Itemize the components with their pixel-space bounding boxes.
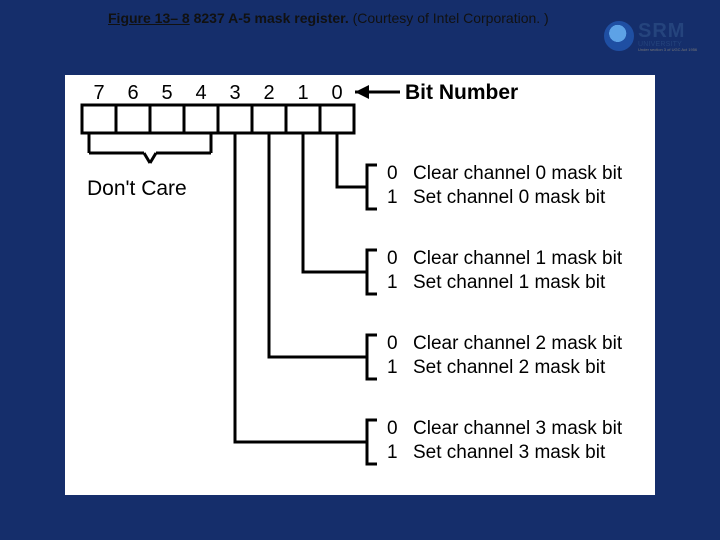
- bit-number-6: 6: [127, 82, 138, 104]
- group-1-row-1-val: 1: [387, 272, 398, 293]
- group-2-row-0-val: 0: [387, 333, 398, 354]
- bit-number-5: 5: [161, 82, 172, 104]
- logo-micro-text: Under section 3 of UGC Act 1956: [638, 48, 697, 52]
- bit-number-7: 7: [93, 82, 104, 104]
- bit-numbers-row: 7 6 5 4 3 2 1 0: [93, 82, 342, 104]
- group-2-row-1-val: 1: [387, 357, 398, 378]
- university-logo: SRM UNIVERSITY Under section 3 of UGC Ac…: [604, 14, 712, 58]
- dont-care-brace: [89, 133, 211, 163]
- group-1-row-1-text: Set channel 1 mask bit: [413, 272, 606, 293]
- dont-care-label: Don't Care: [87, 177, 187, 200]
- group-2: 0 Clear channel 2 mask bit 1 Set channel…: [387, 333, 623, 378]
- group-0-row-1-text: Set channel 0 mask bit: [413, 187, 606, 208]
- bit-number-label: Bit Number: [405, 81, 518, 104]
- figure-attribution: (Courtesy of Intel Corporation. ): [349, 10, 549, 26]
- group-0-row-0-val: 0: [387, 163, 398, 184]
- group-1-row-0-val: 0: [387, 248, 398, 269]
- logo-main-text: SRM: [638, 21, 697, 41]
- register-diagram: 7 6 5 4 3 2 1 0 Bit Number Don't Care: [65, 75, 655, 495]
- group-1: 0 Clear channel 1 mask bit 1 Set channel…: [387, 248, 623, 293]
- bit-number-0: 0: [331, 82, 342, 104]
- figure-title: 8237 A-5 mask register.: [190, 10, 349, 26]
- bit-number-4: 4: [195, 82, 206, 104]
- bit-number-1: 1: [297, 82, 308, 104]
- group-brackets: [367, 165, 377, 464]
- figure-label: Figure 13– 8: [108, 10, 190, 26]
- group-0-row-1-val: 1: [387, 187, 398, 208]
- group-2-row-1-text: Set channel 2 mask bit: [413, 357, 606, 378]
- bit-number-pointer: Bit Number: [355, 81, 518, 104]
- group-3-row-1-val: 1: [387, 442, 398, 463]
- bit-number-3: 3: [229, 82, 240, 104]
- group-2-row-0-text: Clear channel 2 mask bit: [413, 333, 623, 354]
- routing-lines: [235, 133, 367, 442]
- figure-caption: Figure 13– 8 8237 A-5 mask register. (Co…: [108, 10, 549, 26]
- group-3: 0 Clear channel 3 mask bit 1 Set channel…: [387, 418, 623, 463]
- group-0-row-0-text: Clear channel 0 mask bit: [413, 163, 623, 184]
- logo-seal-icon: [604, 21, 634, 51]
- register-cells: [82, 105, 354, 133]
- group-3-row-0-text: Clear channel 3 mask bit: [413, 418, 623, 439]
- group-3-row-1-text: Set channel 3 mask bit: [413, 442, 606, 463]
- group-1-row-0-text: Clear channel 1 mask bit: [413, 248, 623, 269]
- group-0: 0 Clear channel 0 mask bit 1 Set channel…: [387, 163, 623, 208]
- bit-number-2: 2: [263, 82, 274, 104]
- group-3-row-0-val: 0: [387, 418, 398, 439]
